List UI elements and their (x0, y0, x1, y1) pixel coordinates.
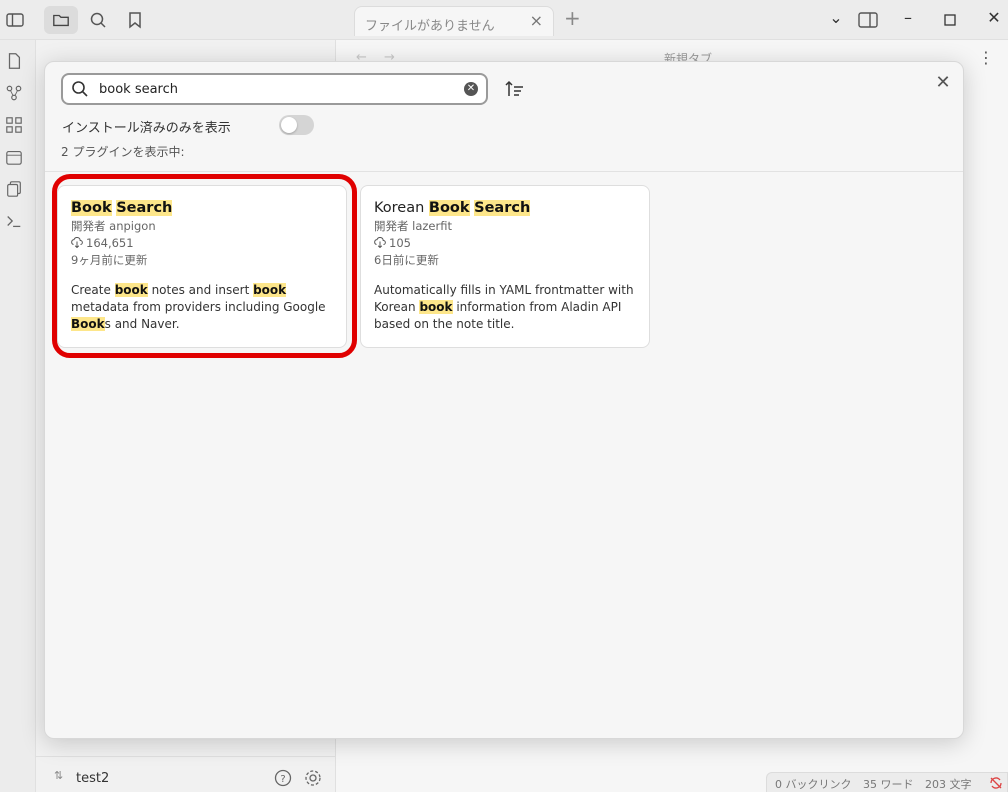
plugin-author: 開発者 anpigon (71, 219, 156, 233)
plugin-updated: 9ヶ月前に更新 (71, 253, 148, 267)
desc-text: Create (71, 283, 115, 297)
sort-icon[interactable] (504, 79, 526, 99)
backlinks-count[interactable]: 0 バックリンク (775, 778, 852, 791)
title-match: Search (116, 200, 173, 216)
plugin-card[interactable]: Book Search 開発者 anpigon 164,651 9ヶ月前に更新 … (57, 185, 347, 348)
help-icon[interactable]: ? (274, 769, 292, 787)
calendar-icon[interactable] (5, 148, 23, 166)
clear-search-icon[interactable]: ✕ (464, 82, 478, 96)
plugin-author: 開発者 lazerfit (374, 219, 452, 233)
ribbon (0, 40, 36, 792)
title-match: Book (71, 200, 112, 216)
vault-name[interactable]: test2 (76, 771, 109, 786)
desc-match: book (419, 300, 453, 314)
graph-view-icon[interactable] (5, 84, 23, 102)
plugin-updated: 6日前に更新 (374, 253, 439, 267)
installed-only-toggle[interactable] (279, 115, 314, 135)
title-bar: ファイルがありません × + ⌄ – ✕ (0, 0, 1008, 40)
title-text: Korean (374, 200, 429, 216)
chevron-down-icon[interactable]: ⌄ (824, 8, 848, 27)
download-icon (374, 237, 386, 248)
plugin-downloads: 105 (374, 235, 636, 252)
svg-text:?: ? (280, 774, 285, 785)
installed-only-label: インストール済みのみを表示 (62, 121, 231, 136)
new-tab-icon[interactable]: + (564, 6, 581, 30)
plugin-downloads: 164,651 (71, 235, 333, 252)
desc-match: book (114, 283, 148, 297)
window-close-icon[interactable]: ✕ (982, 8, 1006, 27)
modal-close-icon[interactable]: ✕ (933, 72, 953, 93)
download-count: 164,651 (86, 236, 134, 250)
maximize-icon[interactable] (944, 14, 956, 26)
file-explorer-tab[interactable] (44, 6, 78, 34)
sync-off-icon[interactable] (989, 776, 1003, 790)
divider (45, 171, 963, 172)
copy-icon[interactable] (5, 180, 23, 198)
plugin-search-box[interactable]: ✕ (61, 73, 488, 105)
results-count: 2 プラグインを表示中: (61, 145, 185, 159)
tab-close-icon[interactable]: × (530, 11, 543, 30)
desc-match: Book (71, 317, 105, 331)
vault-switcher-icon[interactable]: ⇅ (54, 769, 63, 782)
desc-text: s and Naver. (104, 317, 180, 331)
bookmark-icon[interactable] (125, 10, 145, 30)
desc-text: metadata from providers including Google (71, 300, 326, 314)
tab-label: ファイルがありません (365, 19, 495, 34)
toggle-knob (281, 117, 297, 133)
folder-icon (53, 14, 69, 27)
title-match: Book (428, 200, 470, 216)
community-plugins-modal: ✕ ✕ インストール済みのみを表示 2 プラグインを表示中: Book Sear… (44, 61, 964, 739)
search-icon[interactable] (88, 10, 108, 30)
desc-text: notes and insert (147, 283, 254, 297)
plugin-title: Korean Book Search (374, 198, 636, 218)
vault-footer: ⇅ test2 ? (36, 756, 336, 792)
terminal-icon[interactable] (5, 212, 23, 230)
char-count: 203 文字 (925, 778, 972, 791)
settings-gear-icon[interactable] (304, 769, 322, 787)
download-icon (71, 237, 83, 248)
word-count: 35 ワード (863, 778, 914, 791)
plugin-description: Automatically fills in YAML frontmatter … (374, 282, 636, 333)
minimize-icon[interactable]: – (896, 8, 920, 27)
open-quick-switcher-icon[interactable] (5, 52, 23, 70)
title-match: Search (474, 200, 531, 216)
plugin-title: Book Search (71, 198, 333, 218)
download-count: 105 (389, 236, 411, 250)
plugin-card[interactable]: Korean Book Search 開発者 lazerfit 105 6日前に… (360, 185, 650, 348)
tab-empty-file[interactable]: ファイルがありません × (354, 6, 554, 36)
desc-match: book (253, 283, 287, 297)
more-options-icon[interactable]: ⋮ (978, 48, 994, 67)
plugin-description: Create book notes and insert book metada… (71, 282, 333, 333)
status-bar: 0 バックリンク 35 ワード 203 文字 (766, 772, 1008, 792)
plugin-search-input[interactable] (99, 79, 439, 99)
search-icon (72, 81, 88, 97)
sidebar-toggle-icon[interactable] (5, 10, 25, 30)
canvas-icon[interactable] (5, 116, 23, 134)
right-sidebar-toggle-icon[interactable] (858, 11, 878, 29)
